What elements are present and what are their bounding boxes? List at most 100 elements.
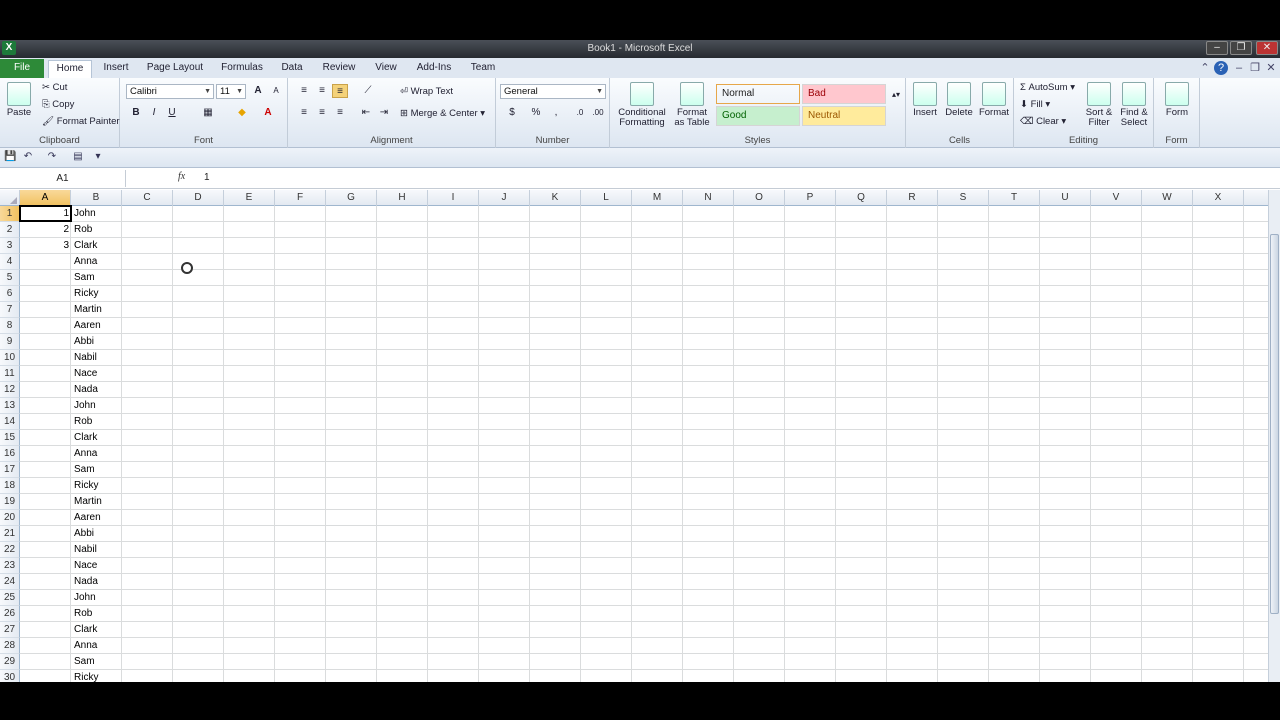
cell-b[interactable]: Ricky xyxy=(72,670,123,682)
row-header[interactable]: 26 xyxy=(0,606,20,622)
underline-button[interactable]: U xyxy=(164,106,180,120)
column-header-x[interactable]: X xyxy=(1193,190,1244,206)
row-header[interactable]: 23 xyxy=(0,558,20,574)
cut-button[interactable]: ✂ Cut xyxy=(42,82,67,93)
cell-b[interactable]: Anna xyxy=(72,638,123,654)
style-normal[interactable]: Normal xyxy=(716,84,800,104)
tab-page-layout[interactable]: Page Layout xyxy=(142,60,208,78)
form-button[interactable]: Form xyxy=(1158,82,1196,118)
cell-a[interactable] xyxy=(20,510,71,526)
undo-icon[interactable]: ↶ xyxy=(22,151,34,163)
cell-a[interactable]: 2 xyxy=(20,222,71,238)
cell-b[interactable]: Nabil xyxy=(72,542,123,558)
cell-a[interactable] xyxy=(20,638,71,654)
cell-b[interactable]: Rob xyxy=(72,606,123,622)
orientation-icon[interactable]: ⟋ xyxy=(360,84,376,98)
style-bad[interactable]: Bad xyxy=(802,84,886,104)
minimize-icon[interactable]: – xyxy=(1206,41,1228,55)
vertical-scrollbar[interactable] xyxy=(1268,190,1280,682)
row-header[interactable]: 20 xyxy=(0,510,20,526)
cell-a[interactable] xyxy=(20,670,71,682)
cell-a[interactable] xyxy=(20,286,71,302)
row-header[interactable]: 7 xyxy=(0,302,20,318)
cell-a[interactable] xyxy=(20,318,71,334)
row-header[interactable]: 30 xyxy=(0,670,20,682)
cell-a[interactable] xyxy=(20,542,71,558)
doc-minimize-icon[interactable]: – xyxy=(1232,61,1246,75)
format-painter-button[interactable]: 🖌 Format Painter xyxy=(42,116,120,127)
column-header-m[interactable]: M xyxy=(632,190,683,206)
cell-a[interactable] xyxy=(20,494,71,510)
doc-close-icon[interactable]: ✕ xyxy=(1264,61,1278,75)
cell-a[interactable] xyxy=(20,606,71,622)
fill-button[interactable]: ⬇ Fill ▾ xyxy=(1020,99,1050,110)
row-header[interactable]: 9 xyxy=(0,334,20,350)
row-header[interactable]: 6 xyxy=(0,286,20,302)
column-header-o[interactable]: O xyxy=(734,190,785,206)
cell-a[interactable]: 3 xyxy=(20,238,71,254)
row-header[interactable]: 4 xyxy=(0,254,20,270)
cell-a[interactable] xyxy=(20,382,71,398)
column-header-b[interactable]: B xyxy=(71,190,122,206)
merge-center-button[interactable]: ⊞ Merge & Center ▾ xyxy=(400,108,485,119)
align-top-icon[interactable]: ≡ xyxy=(296,84,312,98)
tab-home[interactable]: Home xyxy=(48,60,92,78)
cell-b[interactable]: Nada xyxy=(72,574,123,590)
decrease-indent-icon[interactable]: ⇤ xyxy=(358,106,374,120)
tab-insert[interactable]: Insert xyxy=(96,60,136,78)
column-header-k[interactable]: K xyxy=(530,190,581,206)
column-header-t[interactable]: T xyxy=(989,190,1040,206)
sort-filter-button[interactable]: Sort & Filter xyxy=(1082,82,1116,128)
autosum-button[interactable]: Σ AutoSum ▾ xyxy=(1020,82,1075,93)
cell-b[interactable]: John xyxy=(72,206,123,222)
cell-a[interactable] xyxy=(20,334,71,350)
style-good[interactable]: Good xyxy=(716,106,800,126)
align-bottom-icon[interactable]: ≡ xyxy=(332,84,348,98)
cell-b[interactable]: Aaren xyxy=(72,318,123,334)
cell-a[interactable] xyxy=(20,462,71,478)
cell-b[interactable]: Abbi xyxy=(72,526,123,542)
increase-decimal-icon[interactable]: .0 xyxy=(572,106,588,120)
cell-a[interactable] xyxy=(20,414,71,430)
column-header-a[interactable]: A xyxy=(20,190,71,206)
row-header[interactable]: 12 xyxy=(0,382,20,398)
cell-b[interactable]: Anna xyxy=(72,446,123,462)
cell-b[interactable]: Sam xyxy=(72,462,123,478)
insert-cells-button[interactable]: Insert xyxy=(908,82,942,118)
cell-b[interactable]: Sam xyxy=(72,654,123,670)
align-left-icon[interactable]: ≡ xyxy=(296,106,312,120)
format-as-table-button[interactable]: Format as Table xyxy=(672,82,712,128)
delete-cells-button[interactable]: Delete xyxy=(942,82,976,118)
row-header[interactable]: 10 xyxy=(0,350,20,366)
row-header[interactable]: 28 xyxy=(0,638,20,654)
form-qat-icon[interactable]: ▤ xyxy=(72,151,84,163)
row-header[interactable]: 25 xyxy=(0,590,20,606)
bold-button[interactable]: B xyxy=(128,106,144,120)
column-header-c[interactable]: C xyxy=(122,190,173,206)
wrap-text-button[interactable]: ⏎ Wrap Text xyxy=(400,86,453,97)
tab-team[interactable]: Team xyxy=(466,60,500,78)
row-header[interactable]: 13 xyxy=(0,398,20,414)
cell-b[interactable]: Sam xyxy=(72,270,123,286)
restore-icon[interactable]: ❐ xyxy=(1230,41,1252,55)
comma-button[interactable]: , xyxy=(548,106,564,120)
tab-add-ins[interactable]: Add-Ins xyxy=(412,60,456,78)
percent-button[interactable]: % xyxy=(528,106,544,120)
column-header-l[interactable]: L xyxy=(581,190,632,206)
number-format-select[interactable]: General ▼ xyxy=(500,84,606,99)
clear-button[interactable]: ⌫ Clear ▾ xyxy=(1020,116,1066,127)
grow-font-icon[interactable]: A xyxy=(250,84,266,98)
column-header-d[interactable]: D xyxy=(173,190,224,206)
column-header-v[interactable]: V xyxy=(1091,190,1142,206)
tab-formulas[interactable]: Formulas xyxy=(216,60,268,78)
tab-review[interactable]: Review xyxy=(318,60,360,78)
cell-a[interactable] xyxy=(20,558,71,574)
name-box[interactable]: A1 xyxy=(0,170,126,187)
doc-restore-icon[interactable]: ❐ xyxy=(1248,61,1262,75)
cell-a[interactable] xyxy=(20,590,71,606)
row-header[interactable]: 22 xyxy=(0,542,20,558)
row-header[interactable]: 18 xyxy=(0,478,20,494)
row-header[interactable]: 17 xyxy=(0,462,20,478)
shrink-font-icon[interactable]: A xyxy=(268,84,284,98)
select-all-corner[interactable] xyxy=(0,190,20,206)
